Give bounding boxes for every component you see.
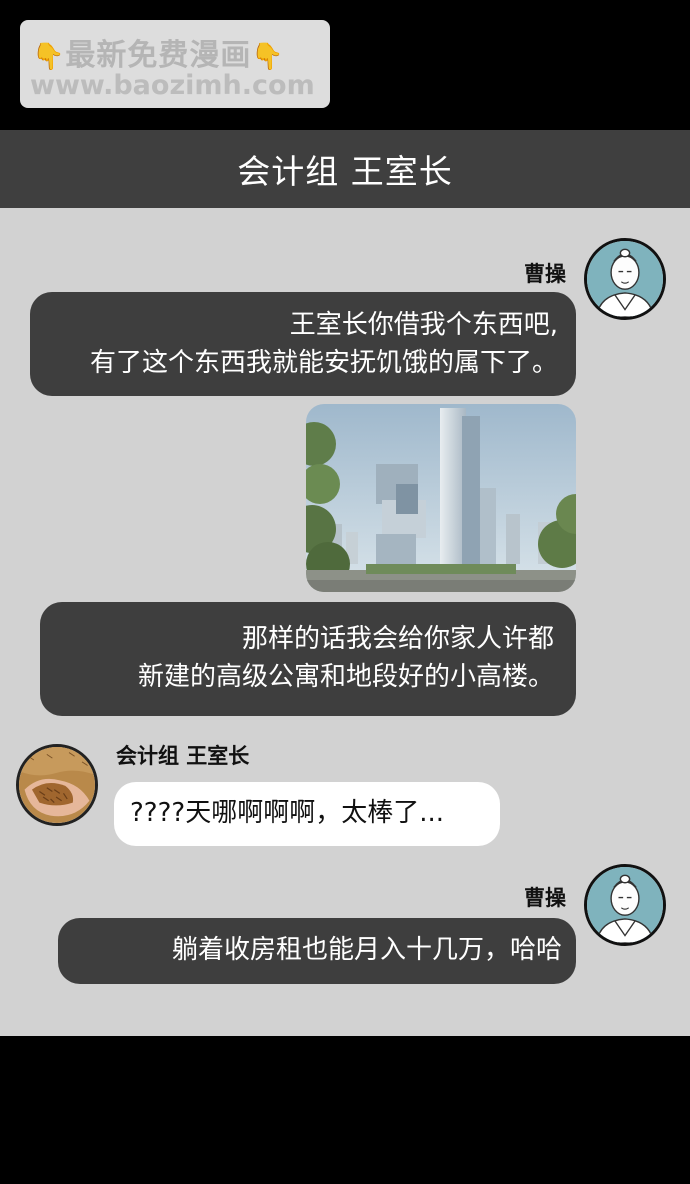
message-text: 王室长你借我个东西吧, <box>289 310 558 340</box>
message-bubble[interactable]: 躺着收房租也能月入十几万，哈哈 <box>58 918 576 984</box>
watermark-url[interactable]: www.baozimh.com <box>30 70 315 101</box>
sender-name: 会计组 王室长 <box>116 744 250 768</box>
watermark-banner: 👇最新免费漫画👇 www.baozimh.com <box>20 20 330 108</box>
message-bubble[interactable]: 那样的话我会给你家人许都 新建的高级公寓和地段好的小高楼。 <box>40 602 576 716</box>
chat-title: 会计组 王室长 <box>237 152 453 191</box>
pointing-down-hand-icon: 👇 <box>251 42 285 72</box>
portrait-icon <box>587 867 663 943</box>
caocao-avatar[interactable] <box>584 238 666 320</box>
city-skyscraper-photo <box>306 404 576 592</box>
hand-holding-rice-icon <box>19 747 95 823</box>
wang-avatar[interactable] <box>16 744 98 826</box>
portrait-icon <box>587 241 663 317</box>
caocao-avatar[interactable] <box>584 864 666 946</box>
message-text: 新建的高级公寓和地段好的小高楼。 <box>137 662 554 692</box>
message-bubble[interactable]: ????天哪啊啊啊，太棒了... <box>114 782 500 846</box>
watermark-title: 最新免费漫画 <box>65 38 252 73</box>
chat-area[interactable]: 曹操 王室长你借我个东西吧, 有了这个东西我就能安抚饥饿的属下了。 那样的话我会… <box>0 208 690 1036</box>
sender-name: 曹操 <box>524 886 566 910</box>
message-bubble[interactable]: 王室长你借我个东西吧, 有了这个东西我就能安抚饥饿的属下了。 <box>30 292 576 396</box>
message-text: 躺着收房租也能月入十几万，哈哈 <box>171 935 562 965</box>
chat-header: 会计组 王室长 <box>0 130 690 208</box>
message-text: 有了这个东西我就能安抚饥饿的属下了。 <box>89 348 558 378</box>
image-message[interactable] <box>306 404 576 592</box>
sender-name: 曹操 <box>524 262 566 286</box>
message-text: ????天哪啊啊啊，太棒了... <box>130 798 444 828</box>
pointing-down-hand-icon: 👇 <box>32 42 66 72</box>
message-text: 那样的话我会给你家人许都 <box>241 624 554 654</box>
